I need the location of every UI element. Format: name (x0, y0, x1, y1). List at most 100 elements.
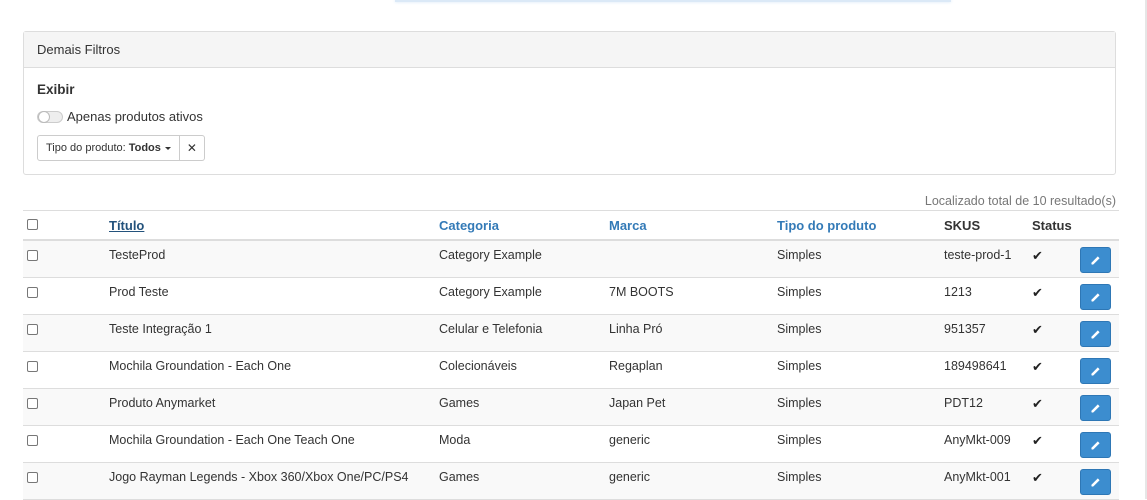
row-tipo: Simples (777, 285, 822, 299)
row-tipo: Simples (777, 470, 822, 484)
pencil-icon (1091, 329, 1100, 339)
column-header-titulo[interactable]: Título (109, 218, 144, 233)
toggle-knob (38, 110, 50, 123)
row-select-cell (27, 285, 38, 298)
edit-cell (1080, 469, 1111, 495)
other-filters-panel: Demais Filtros Exibir Apenas produtos at… (23, 31, 1116, 175)
edit-button[interactable] (1080, 247, 1111, 273)
pencil-icon (1091, 477, 1100, 487)
table-row: Produto Anymarket Games Japan Pet Simples PD… (23, 389, 1119, 426)
row-checkbox[interactable] (27, 361, 38, 372)
top-panel-edge (395, 0, 951, 2)
edit-button[interactable] (1080, 321, 1111, 347)
edit-cell (1080, 247, 1111, 273)
product-type-dropdown[interactable]: Tipo do produto: Todos (37, 135, 180, 161)
row-marca: generic (609, 470, 650, 484)
active-products-toggle-row: Apenas produtos ativos (37, 109, 203, 124)
row-checkbox[interactable] (27, 435, 38, 446)
check-icon: ✔ (1032, 433, 1043, 448)
table-row: Mochila Groundation - Each One Colecionáv… (23, 352, 1119, 389)
panel-heading: Demais Filtros (24, 32, 1115, 68)
remove-filter-button[interactable]: ✕ (179, 135, 205, 161)
column-header-categoria[interactable]: Categoria (439, 218, 499, 233)
active-products-label: Apenas produtos ativos (67, 109, 203, 124)
products-table: Título Categoria Marca Tipo do produto S… (23, 210, 1119, 500)
close-icon: ✕ (186, 141, 197, 155)
edit-cell (1080, 284, 1111, 310)
row-select-cell (27, 322, 38, 335)
row-checkbox[interactable] (27, 324, 38, 335)
check-icon: ✔ (1032, 470, 1043, 485)
row-categoria: Celular e Telefonia (439, 322, 543, 336)
column-header-tipo[interactable]: Tipo do produto (777, 218, 876, 233)
column-header-status: Status (1032, 218, 1072, 233)
row-titulo: Teste Integração 1 (109, 322, 212, 336)
column-header-skus: SKUS (944, 218, 981, 233)
check-icon: ✔ (1032, 396, 1043, 411)
row-select-cell (27, 470, 38, 483)
edit-button[interactable] (1080, 395, 1111, 421)
row-select-cell (27, 396, 38, 409)
row-titulo: Mochila Groundation - Each One Teach One (109, 433, 355, 447)
select-all-checkbox[interactable] (27, 219, 38, 230)
exibir-label: Exibir (37, 82, 75, 97)
table-header: Título Categoria Marca Tipo do produto S… (23, 210, 1119, 241)
row-categoria: Colecionáveis (439, 359, 517, 373)
pencil-icon (1091, 403, 1100, 413)
check-icon: ✔ (1032, 322, 1043, 337)
edit-button[interactable] (1080, 432, 1111, 458)
table-row: Teste Integração 1 Celular e Telefonia Lin… (23, 315, 1119, 352)
product-type-label: Tipo do produto: (46, 142, 126, 154)
row-checkbox[interactable] (27, 472, 38, 483)
table-row: Jogo Rayman Legends - Xbox 360/Xbox One/… (23, 463, 1119, 500)
row-titulo: Mochila Groundation - Each One (109, 359, 292, 373)
edit-button[interactable] (1080, 358, 1111, 384)
table-body: TesteProd Category Example Simples teste-pr… (23, 241, 1119, 500)
row-sku: AnyMkt-001 (944, 470, 1011, 484)
active-products-toggle[interactable] (37, 110, 63, 123)
row-select-cell (27, 248, 38, 261)
edit-cell (1080, 358, 1111, 384)
row-tipo: Simples (777, 396, 822, 410)
check-icon: ✔ (1032, 359, 1043, 374)
row-tipo: Simples (777, 248, 822, 262)
product-type-value: Todos (128, 142, 161, 154)
row-titulo: Produto Anymarket (109, 396, 216, 410)
row-categoria: Games (439, 470, 480, 484)
edit-button[interactable] (1080, 469, 1111, 495)
caret-down-icon (164, 146, 171, 150)
pencil-icon (1091, 366, 1100, 376)
row-tipo: Simples (777, 359, 822, 373)
row-sku: 189498641 (944, 359, 1007, 373)
row-select-cell (27, 359, 38, 372)
row-checkbox[interactable] (27, 250, 38, 261)
row-titulo: Jogo Rayman Legends - Xbox 360/Xbox One/… (109, 470, 409, 484)
results-total: Localizado total de 10 resultado(s) (924, 194, 1116, 208)
column-header-marca[interactable]: Marca (609, 218, 647, 233)
row-sku: 1213 (944, 285, 972, 299)
row-checkbox[interactable] (27, 398, 38, 409)
row-sku: teste-prod-1 (944, 248, 1012, 262)
row-titulo: Prod Teste (109, 285, 169, 299)
row-sku: PDT12 (944, 396, 983, 410)
select-all-cell (27, 218, 38, 230)
pencil-icon (1091, 292, 1100, 302)
row-marca: Regaplan (609, 359, 663, 373)
check-icon: ✔ (1032, 285, 1043, 300)
edit-cell (1080, 432, 1111, 458)
row-titulo: TesteProd (109, 248, 166, 262)
row-tipo: Simples (777, 433, 822, 447)
pencil-icon (1091, 255, 1100, 265)
row-marca: generic (609, 433, 650, 447)
edit-button[interactable] (1080, 284, 1111, 310)
row-categoria: Games (439, 396, 480, 410)
row-checkbox[interactable] (27, 287, 38, 298)
row-marca: Linha Pró (609, 322, 663, 336)
edit-cell (1080, 395, 1111, 421)
row-categoria: Category Example (439, 248, 542, 262)
row-select-cell (27, 433, 38, 446)
product-type-filter: Tipo do produto: Todos ✕ (37, 135, 205, 161)
check-icon: ✔ (1032, 248, 1043, 263)
pencil-icon (1091, 440, 1100, 450)
row-sku: 951357 (944, 322, 986, 336)
